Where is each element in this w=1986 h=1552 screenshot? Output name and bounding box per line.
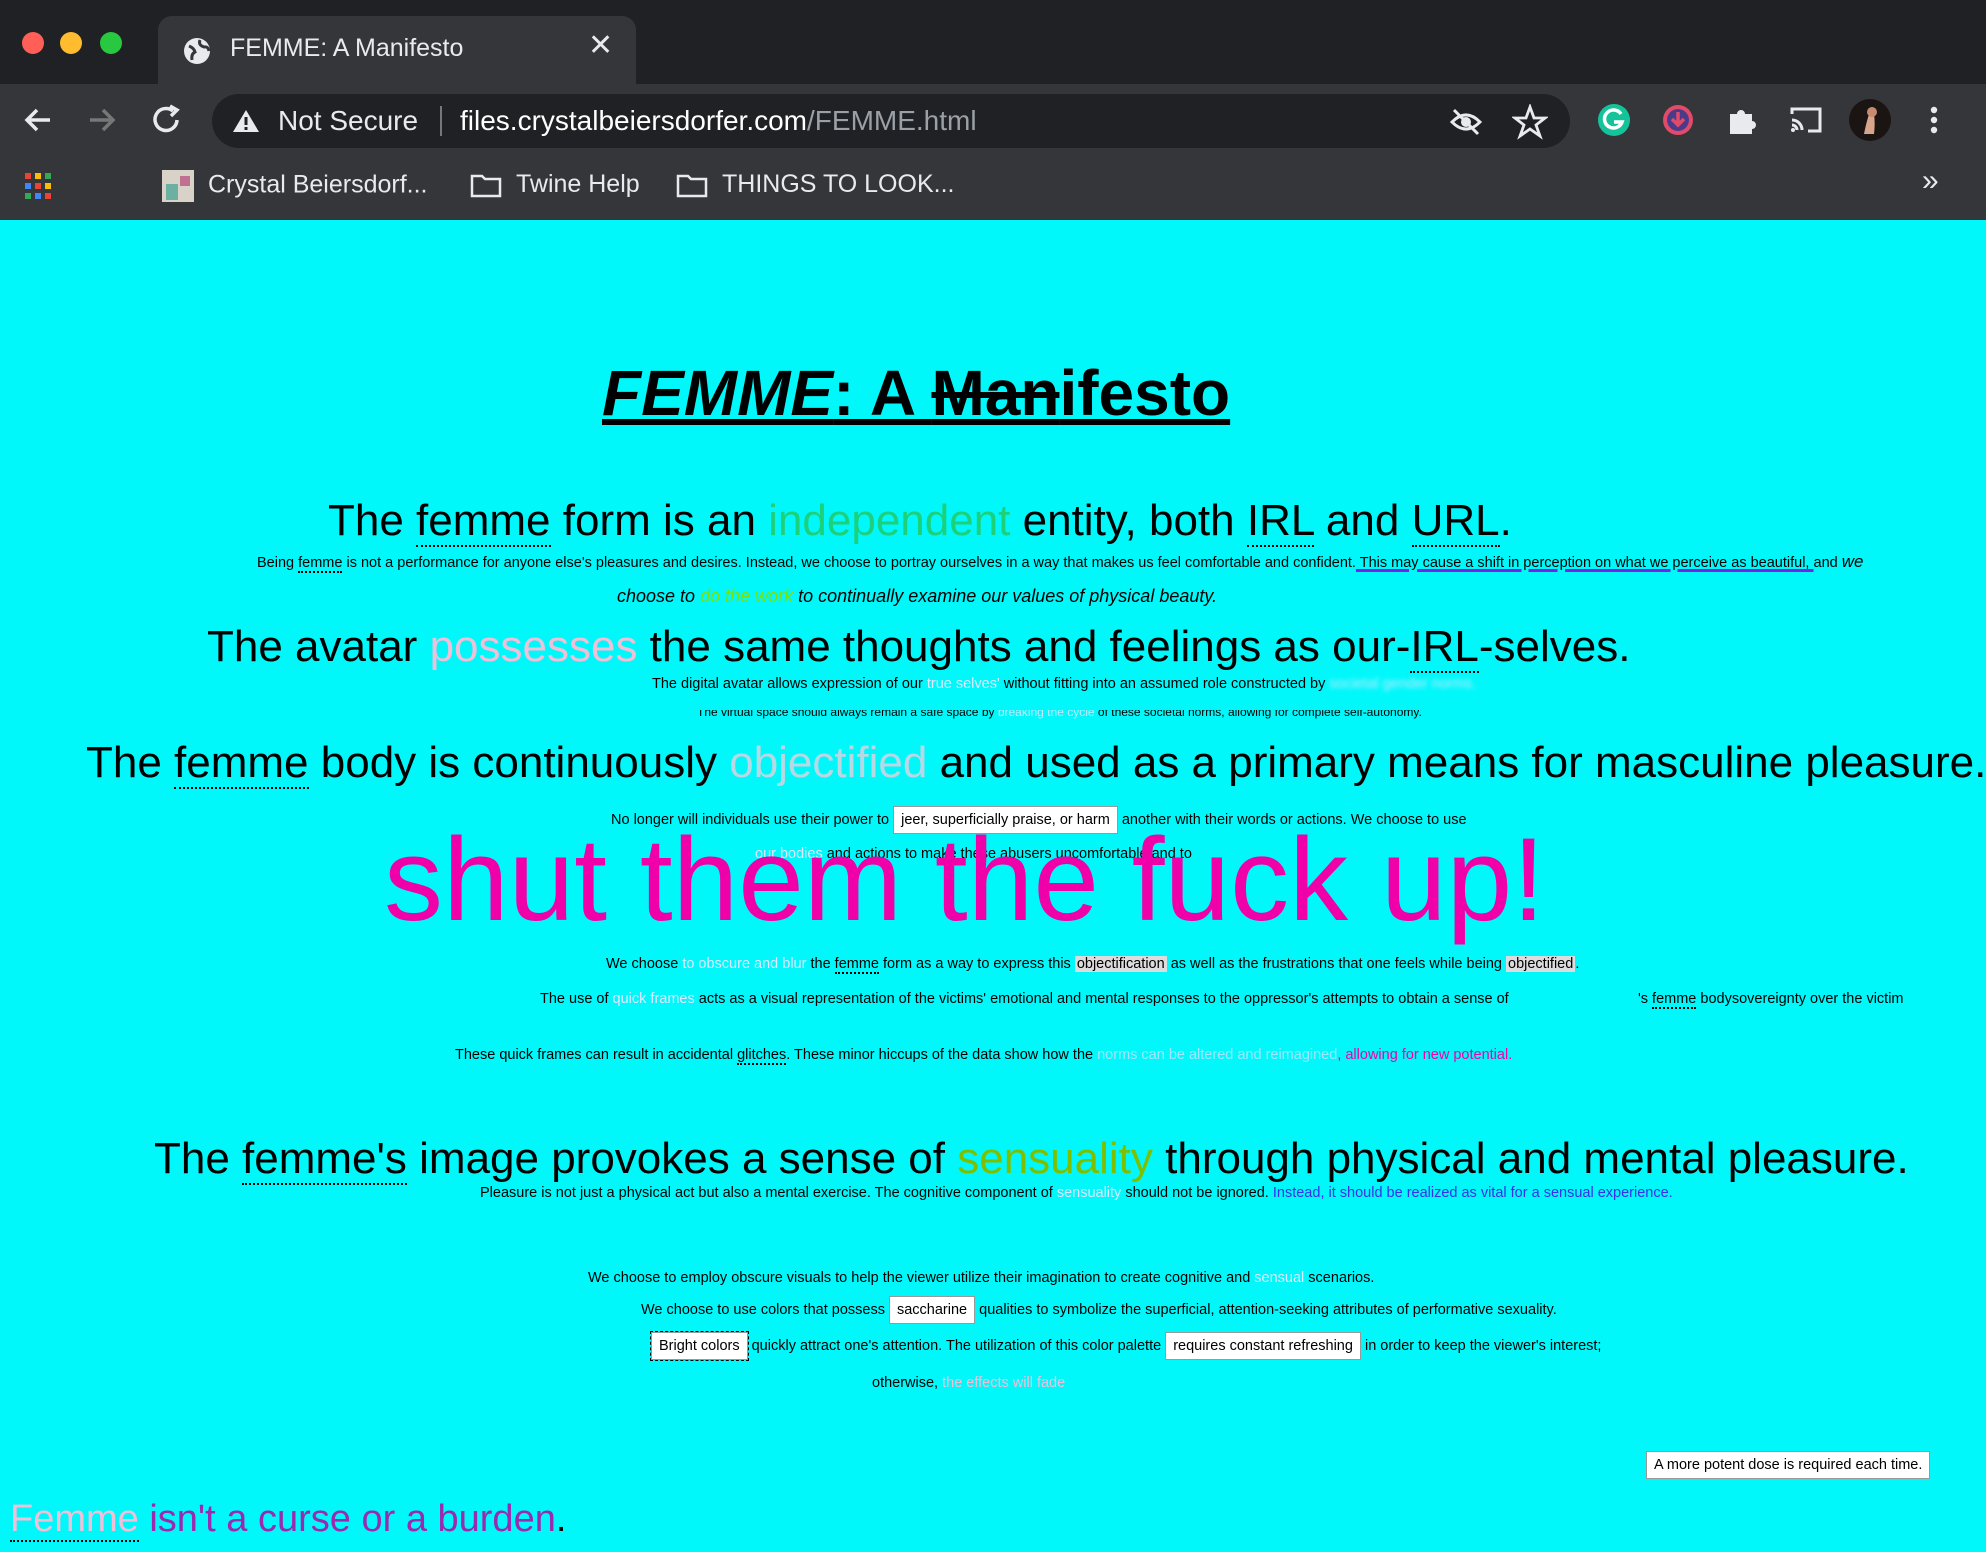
norms-altered-link[interactable]: norms can be altered and reimagined bbox=[1097, 1047, 1337, 1063]
glitches-link[interactable]: glitches bbox=[737, 1047, 787, 1065]
objectification-highlight[interactable]: objectification bbox=[1074, 956, 1167, 972]
sensuality-link[interactable]: sensuality bbox=[957, 1134, 1153, 1183]
grammarly-icon[interactable] bbox=[1594, 100, 1634, 140]
constant-refreshing-box[interactable]: requires constant refreshing bbox=[1165, 1332, 1361, 1360]
potent-dose-box[interactable]: A more potent dose is required each time… bbox=[1646, 1451, 1931, 1479]
femme-link[interactable]: Femme bbox=[10, 1498, 139, 1542]
paragraph-being-femme: Being femme is not a performance for any… bbox=[257, 552, 1864, 573]
paragraph-do-the-work: choose to do the work to continually exa… bbox=[617, 586, 1218, 606]
page-content: FEMME: A Manifesto The femme form is an … bbox=[0, 220, 1986, 1552]
vital-sensual-text: Instead, it should be realized as vital … bbox=[1272, 1185, 1673, 1201]
tab-strip: FEMME: A Manifesto ✕ bbox=[0, 0, 1986, 86]
femme-link[interactable]: femme bbox=[174, 738, 309, 789]
blurred-text: societal gender norms. bbox=[1329, 676, 1477, 692]
security-label[interactable]: Not Secure bbox=[278, 105, 418, 137]
effects-fade-link[interactable]: the effects will fade bbox=[942, 1375, 1065, 1391]
femme-link[interactable]: femme bbox=[834, 956, 879, 974]
paragraph-bright-colors: Bright colors quickly attract one's atte… bbox=[650, 1330, 1601, 1362]
independent-link[interactable]: independent bbox=[768, 496, 1010, 545]
saccharine-box[interactable]: saccharine bbox=[888, 1296, 976, 1324]
possesses-link[interactable]: possesses bbox=[430, 622, 638, 671]
title-end: ifesto bbox=[1059, 357, 1231, 429]
puzzle-icon[interactable] bbox=[1722, 100, 1762, 140]
irl-link[interactable]: IRL bbox=[1246, 496, 1314, 547]
more-menu-icon[interactable] bbox=[1914, 100, 1954, 140]
url-path: /FEMME.html bbox=[807, 105, 977, 136]
page-title: FEMME: A Manifesto bbox=[602, 356, 1230, 430]
cast-icon[interactable] bbox=[1786, 100, 1826, 140]
paragraph-glitches: These quick frames can result in acciden… bbox=[455, 1047, 1513, 1065]
heading-femme-form: The femme form is an independent entity,… bbox=[328, 496, 1512, 547]
quick-frames-link[interactable]: quick frames bbox=[613, 991, 695, 1007]
paragraph-obscure-visuals: We choose to employ obscure visuals to h… bbox=[588, 1270, 1375, 1286]
eye-slash-icon[interactable] bbox=[1448, 104, 1484, 140]
reload-icon[interactable] bbox=[146, 100, 186, 140]
sensuality-link[interactable]: sensuality bbox=[1057, 1185, 1121, 1201]
do-the-work-link[interactable]: do the work bbox=[700, 586, 793, 606]
irl-link[interactable]: IRL bbox=[1410, 622, 1479, 673]
forward-arrow-icon[interactable] bbox=[82, 100, 122, 140]
paragraph-saccharine: We choose to use colors that possess sac… bbox=[641, 1294, 1557, 1326]
back-arrow-icon[interactable] bbox=[18, 100, 58, 140]
more-bookmarks-chevron-icon[interactable]: » bbox=[1922, 164, 1939, 198]
obscure-blur-link[interactable]: to obscure and blur bbox=[682, 956, 806, 972]
close-tab-icon[interactable]: ✕ bbox=[588, 28, 613, 63]
perception-link[interactable]: This may cause a shift in perception on … bbox=[1356, 555, 1814, 571]
true-selves-link[interactable]: true selves' bbox=[927, 676, 1000, 692]
bookmark-label: Crystal Beiersdorf... bbox=[208, 170, 428, 199]
new-potential-text: , allowing for new potential. bbox=[1337, 1047, 1513, 1063]
paragraph-digital-avatar: The digital avatar allows expression of … bbox=[652, 676, 1477, 692]
minimize-window-icon[interactable] bbox=[60, 32, 82, 54]
heading-femme-curse: Femme isn't a curse or a burden. bbox=[10, 1498, 567, 1542]
paragraph-obscure-blur: We choose to obscure and blur the femme … bbox=[606, 956, 1580, 974]
femme-link[interactable]: femme bbox=[416, 496, 551, 547]
url-text[interactable]: files.crystalbeiersdorfer.com/FEMME.html bbox=[460, 105, 977, 137]
globe-icon bbox=[184, 38, 211, 64]
url-domain: files.crystalbeiersdorfer.com bbox=[460, 105, 808, 136]
address-separator bbox=[440, 106, 442, 136]
heading-avatar: The avatar possesses the same thoughts a… bbox=[207, 622, 1631, 673]
bright-colors-box[interactable]: Bright colors bbox=[650, 1331, 749, 1361]
title-mid: : A bbox=[833, 357, 932, 429]
bookmark-label: Twine Help bbox=[516, 170, 640, 198]
warning-icon[interactable] bbox=[232, 108, 260, 134]
paragraph-femme-body-sovereignty: 's femme bodysovereignty over the victim bbox=[1638, 991, 1904, 1009]
site-favicon-icon bbox=[162, 170, 194, 202]
bookmark-crystal[interactable]: Crystal Beiersdorf... bbox=[162, 170, 428, 202]
bookmark-twine-help[interactable]: Twine Help bbox=[470, 170, 640, 199]
bookmarks-bar: Crystal Beiersdorf... Twine Help THINGS … bbox=[0, 160, 1986, 220]
folder-icon bbox=[676, 175, 708, 198]
folder-icon bbox=[470, 175, 502, 198]
paragraph-pleasure: Pleasure is not just a physical act but … bbox=[480, 1185, 1673, 1201]
objectified-link[interactable]: objectified bbox=[729, 738, 927, 787]
title-strike: Man bbox=[931, 357, 1060, 429]
femme-link[interactable]: femme bbox=[298, 555, 343, 573]
heading-sensuality: The femme's image provokes a sense of se… bbox=[154, 1134, 1909, 1185]
shout-text: shut them the fuck up! bbox=[384, 814, 1545, 946]
bookmark-things-to-look[interactable]: THINGS TO LOOK... bbox=[676, 170, 954, 199]
paragraph-otherwise: otherwise, the effects will fade bbox=[872, 1375, 1066, 1391]
objectified-highlight[interactable]: objectified bbox=[1506, 956, 1576, 972]
address-bar[interactable]: Not Secure files.crystalbeiersdorfer.com… bbox=[212, 94, 1570, 148]
zoom-window-icon[interactable] bbox=[100, 32, 122, 54]
close-window-icon[interactable] bbox=[22, 32, 44, 54]
apps-grid-icon[interactable] bbox=[24, 172, 52, 200]
bookmark-star-icon[interactable] bbox=[1512, 104, 1548, 140]
tab-femme[interactable]: FEMME: A Manifesto ✕ bbox=[158, 16, 636, 86]
download-extension-icon[interactable] bbox=[1658, 100, 1698, 140]
bookmark-label: THINGS TO LOOK... bbox=[722, 170, 955, 198]
femme-link[interactable]: femme bbox=[1652, 991, 1697, 1009]
tab-title: FEMME: A Manifesto bbox=[230, 34, 464, 62]
heading-femme-body: The femme body is continuously objectifi… bbox=[86, 738, 1986, 789]
profile-avatar[interactable] bbox=[1848, 98, 1892, 142]
paragraph-virtual-space: The virtual space should always remain a… bbox=[697, 710, 1422, 719]
femmes-link[interactable]: femme's bbox=[242, 1134, 407, 1185]
paragraph-quick-frames: The use of quick frames acts as a visual… bbox=[540, 991, 1509, 1007]
url-link[interactable]: URL bbox=[1411, 496, 1500, 547]
title-italic: FEMME bbox=[602, 357, 834, 429]
browser-chrome: FEMME: A Manifesto ✕ Not Secure files.cr… bbox=[0, 0, 1986, 220]
sensual-link[interactable]: sensual bbox=[1254, 1270, 1304, 1286]
